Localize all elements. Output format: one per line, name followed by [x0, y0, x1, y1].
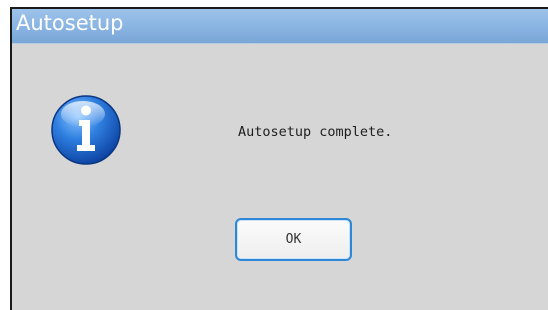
autosetup-dialog: Autosetup Autosetup complete. OK — [10, 7, 548, 310]
ok-button-label: OK — [285, 232, 302, 247]
info-icon — [51, 95, 121, 165]
title-bar[interactable]: Autosetup — [12, 9, 548, 44]
ok-button[interactable]: OK — [235, 218, 352, 261]
window-title: Autosetup — [16, 11, 124, 35]
dialog-message: Autosetup complete. — [238, 124, 393, 140]
